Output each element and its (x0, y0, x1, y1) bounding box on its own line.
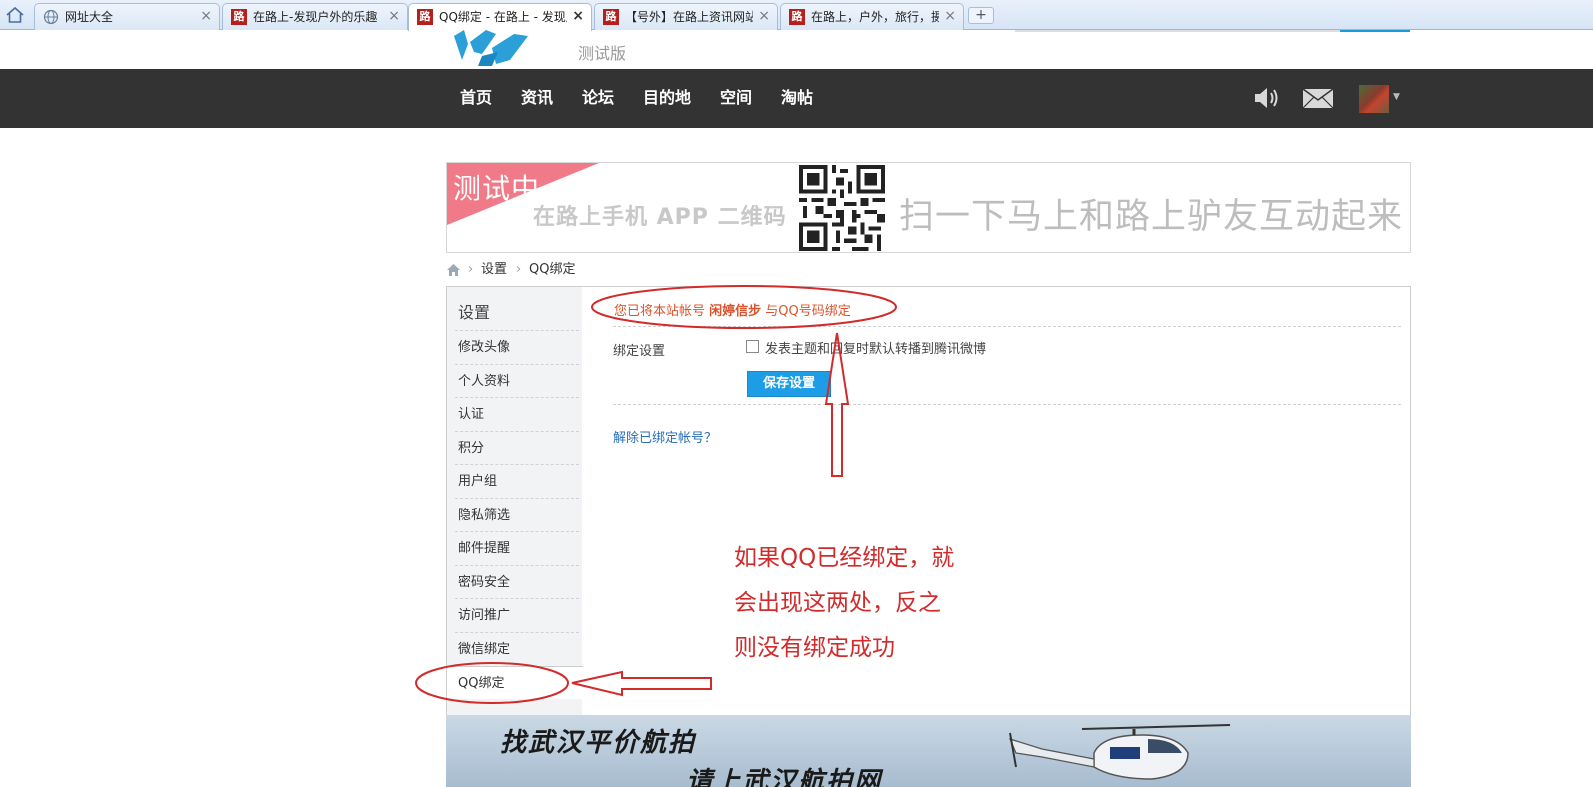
divider (613, 404, 1401, 405)
nav-collections[interactable]: 淘帖 (781, 87, 813, 109)
home-icon[interactable] (4, 5, 26, 25)
qr-code-icon (799, 165, 885, 251)
road-favicon-icon: 路 (231, 9, 247, 25)
ad-line-1: 找武汉平价航拍 (500, 728, 697, 758)
sidebar-item-usergroup[interactable]: 用户组 (455, 464, 579, 497)
tab-title: QQ绑定 - 在路上 - 发现户外的乐趣 (439, 10, 567, 24)
sidebar-item-password[interactable]: 密码安全 (455, 565, 579, 598)
tab-title: 网址大全 (65, 10, 114, 24)
tab-title: 【号外】在路上资讯网站 (625, 10, 753, 24)
tab-close-icon[interactable]: × (572, 8, 584, 24)
site-logo-icon[interactable] (452, 30, 532, 66)
header-search-underline (1015, 30, 1410, 32)
browser-tab-3-active[interactable]: 路 QQ绑定 - 在路上 - 发现户外的乐趣 × (408, 3, 592, 31)
repost-weibo-checkbox[interactable] (746, 340, 759, 353)
nav-space[interactable]: 空间 (720, 87, 752, 109)
sidebar-item-verify[interactable]: 认证 (455, 397, 579, 430)
breadcrumb-separator: › (516, 262, 522, 277)
home-icon[interactable] (446, 263, 461, 277)
ad-line-2: 请上武汉航拍网 (686, 767, 883, 787)
tab-title: 在路上，户外，旅行，摄影 (811, 10, 939, 24)
sidebar-item-wechat[interactable]: 微信绑定 (455, 632, 579, 665)
road-favicon-icon: 路 (789, 9, 805, 25)
tab-title: 在路上-发现户外的乐趣 (253, 10, 378, 24)
road-favicon-icon: 路 (417, 9, 433, 25)
tab-close-icon[interactable]: × (758, 8, 770, 24)
helicopter-icon (1008, 724, 1231, 780)
browser-tab-2[interactable]: 路 在路上-发现户外的乐趣 × (222, 3, 408, 30)
notice-suffix: 与QQ号码绑定 (761, 304, 851, 319)
save-settings-button[interactable]: 保存设置 (747, 371, 831, 397)
sidebar-item-credits[interactable]: 积分 (455, 431, 579, 464)
nav-forum[interactable]: 论坛 (582, 87, 614, 109)
aerial-photo-ad[interactable]: 找武汉平价航拍 请上武汉航拍网 (446, 715, 1411, 787)
sidebar-item-email[interactable]: 邮件提醒 (455, 531, 579, 564)
bind-status-notice: 您已将本站帐号 闲婷信步 与QQ号码绑定 (614, 300, 851, 319)
repost-weibo-label[interactable]: 发表主题和回复时默认转播到腾讯微博 (765, 338, 986, 357)
sidebar-item-qq-bind[interactable]: QQ绑定 (447, 666, 583, 699)
road-favicon-icon: 路 (603, 9, 619, 25)
annotation-note: 如果QQ已经绑定，就 会出现这两处，反之 则没有绑定成功 (734, 536, 954, 671)
divider (613, 326, 1401, 327)
banner-slogan: 扫一下马上和路上驴友互动起来 (899, 197, 1404, 237)
sidebar-title: 设置 (458, 303, 491, 322)
unbind-account-link[interactable]: 解除已绑定帐号？ (613, 427, 717, 446)
app-qr-banner[interactable]: 测试中 在路上手机 APP 二维码 扫一下马上和路上驴友互动起来 (446, 162, 1411, 253)
chevron-down-icon[interactable]: ▼ (1393, 92, 1400, 102)
speaker-icon[interactable] (1253, 86, 1283, 110)
annotation-line-3: 则没有绑定成功 (734, 635, 895, 661)
sidebar-item-profile[interactable]: 个人资料 (455, 364, 579, 397)
tab-close-icon[interactable]: × (944, 8, 956, 24)
sidebar-item-privacy[interactable]: 隐私筛选 (455, 498, 579, 531)
banner-app-text: 在路上手机 APP 二维码 (533, 205, 787, 230)
mail-icon[interactable] (1302, 88, 1334, 109)
new-tab-button[interactable]: + (968, 7, 994, 24)
nav-destination[interactable]: 目的地 (643, 87, 691, 109)
banner-testing-label: 测试中 (453, 172, 541, 205)
breadcrumb-settings[interactable]: 设置 (481, 262, 507, 278)
main-navbar: 首页 资讯 论坛 目的地 空间 淘帖 (0, 69, 1593, 128)
browser-tab-4[interactable]: 路 【号外】在路上资讯网站 × (594, 3, 778, 30)
notice-username: 闲婷信步 (709, 304, 762, 319)
tab-close-icon[interactable]: × (200, 8, 212, 24)
browser-tab-bar: 网址大全 × 路 在路上-发现户外的乐趣 × 路 QQ绑定 - 在路上 - 发现… (0, 0, 1593, 31)
sidebar-item-promotion[interactable]: 访问推广 (455, 598, 579, 631)
browser-tab-5[interactable]: 路 在路上，户外，旅行，摄影 × (780, 3, 964, 30)
settings-sidebar: 设置 修改头像 个人资料 认证 积分 用户组 隐私筛选 邮件提醒 密码安全 访问… (447, 287, 583, 715)
bind-settings-label: 绑定设置 (613, 344, 666, 359)
sidebar-item-avatar[interactable]: 修改头像 (455, 330, 579, 363)
nav-home[interactable]: 首页 (460, 87, 492, 109)
tab-close-icon[interactable]: × (388, 8, 400, 24)
nav-news[interactable]: 资讯 (521, 87, 553, 109)
annotation-line-1: 如果QQ已经绑定，就 (734, 545, 955, 571)
search-accent (1340, 30, 1410, 32)
beta-label: 测试版 (578, 44, 627, 63)
annotation-line-2: 会出现这两处，反之 (734, 590, 941, 616)
notice-prefix: 您已将本站帐号 (614, 304, 710, 319)
breadcrumb-separator: › (468, 262, 474, 277)
browser-tab-1[interactable]: 网址大全 × (34, 3, 220, 30)
user-avatar[interactable] (1359, 85, 1389, 113)
globe-icon (43, 9, 59, 25)
breadcrumb-current: QQ绑定 (529, 262, 576, 277)
